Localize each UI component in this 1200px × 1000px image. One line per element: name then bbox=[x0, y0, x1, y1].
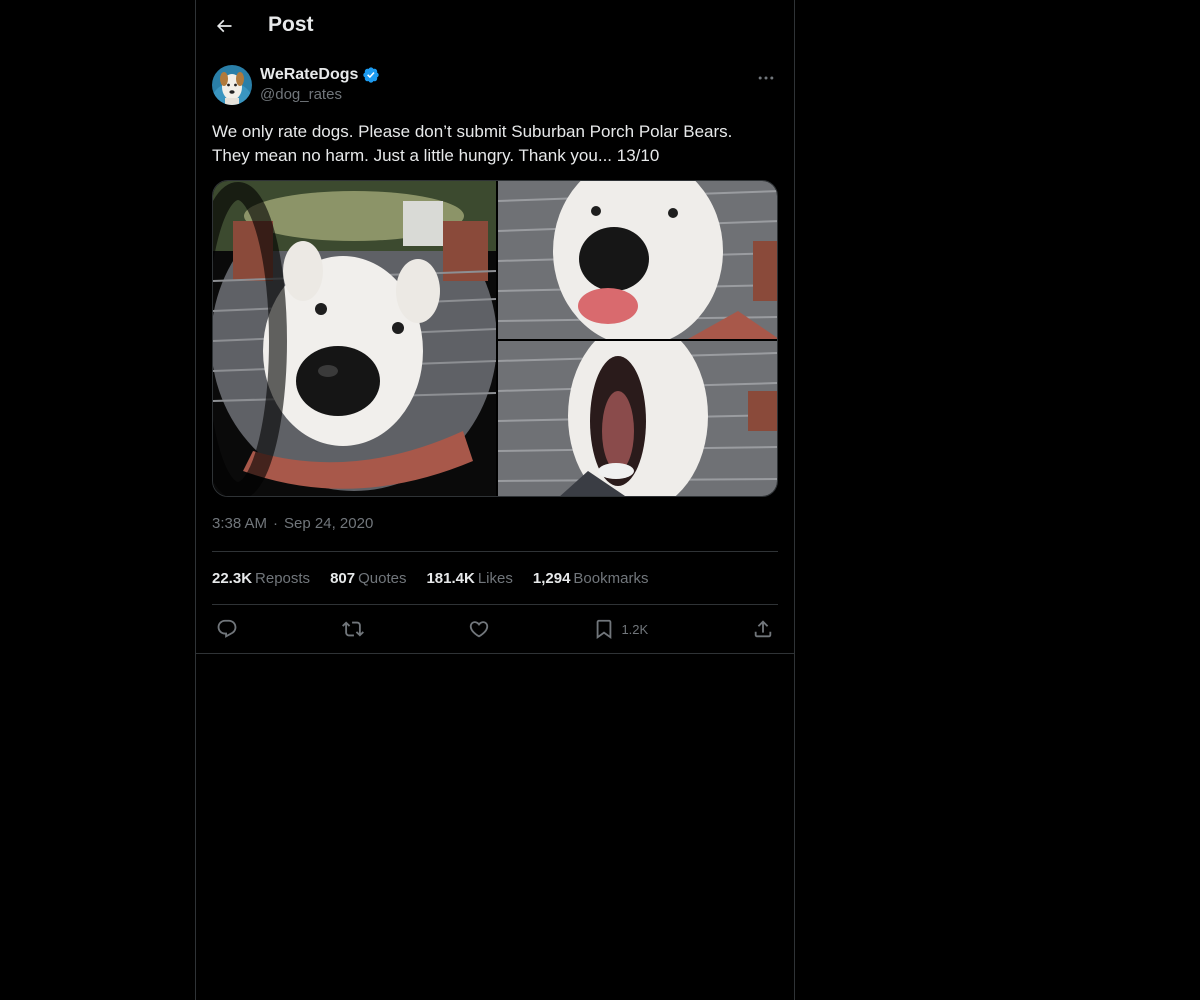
bookmark-count: 1.2K bbox=[621, 621, 649, 637]
stat-label: Reposts bbox=[255, 569, 311, 587]
author-handle[interactable]: @dog_rates bbox=[260, 86, 380, 103]
stat-quotes[interactable]: 807 Quotes bbox=[330, 570, 406, 587]
author-meta: WeRateDogs @dog_rates bbox=[260, 66, 380, 103]
reply-icon bbox=[217, 619, 237, 638]
stat-value: 1,294 bbox=[532, 569, 571, 587]
stat-bookmarks[interactable]: 1,294 Bookmarks bbox=[533, 570, 649, 587]
repost-button[interactable] bbox=[341, 618, 364, 640]
stat-reposts[interactable]: 22.3K Reposts bbox=[212, 570, 310, 587]
dog-photo-icon bbox=[498, 341, 777, 496]
author-name-line: WeRateDogs bbox=[260, 66, 380, 84]
reply-button[interactable] bbox=[216, 618, 238, 640]
stat-label: Likes bbox=[477, 569, 513, 587]
post-text: We only rate dogs. Please don’t submit S… bbox=[212, 122, 733, 165]
repost-icon bbox=[341, 621, 364, 637]
post: WeRateDogs @dog_rates We only rate dogs.… bbox=[196, 62, 794, 654]
bookmark-button[interactable]: 1.2K bbox=[593, 618, 648, 640]
stat-value: 181.4K bbox=[426, 569, 475, 587]
post-bottom-border bbox=[196, 653, 794, 654]
heart-icon bbox=[469, 621, 488, 638]
post-date[interactable]: Sep 24, 2020 bbox=[284, 515, 373, 535]
dog-photo-icon bbox=[498, 181, 777, 339]
avatar[interactable] bbox=[212, 65, 252, 105]
post-column: Post WeRateDogs @dog_rates We only rate … bbox=[195, 0, 795, 1000]
dog-avatar-icon bbox=[212, 65, 252, 105]
verified-badge-icon[interactable] bbox=[362, 66, 380, 84]
more-icon bbox=[758, 76, 774, 80]
photo-1[interactable] bbox=[213, 181, 496, 496]
stat-label: Quotes bbox=[358, 569, 407, 587]
dog-photo-icon bbox=[213, 181, 496, 496]
share-icon bbox=[754, 620, 772, 638]
stat-value: 807 bbox=[330, 569, 356, 587]
more-options-button[interactable] bbox=[754, 66, 778, 90]
bookmark-icon bbox=[597, 619, 612, 640]
page-title: Post bbox=[268, 13, 314, 36]
stat-value: 22.3K bbox=[212, 569, 253, 587]
timestamp: 3:38 AM · Sep 24, 2020 bbox=[212, 515, 778, 535]
actions-row: 1.2K bbox=[212, 605, 778, 653]
like-button[interactable] bbox=[468, 618, 490, 640]
photo-2[interactable] bbox=[498, 181, 777, 339]
post-time[interactable]: 3:38 AM bbox=[212, 515, 267, 535]
share-button[interactable] bbox=[752, 618, 774, 640]
stat-likes[interactable]: 181.4K Likes bbox=[426, 570, 512, 587]
timestamp-separator: · bbox=[273, 515, 279, 532]
top-bar: Post bbox=[196, 0, 794, 54]
arrow-left-icon bbox=[216, 19, 232, 33]
author-row: WeRateDogs @dog_rates bbox=[212, 62, 778, 114]
author-name[interactable]: WeRateDogs bbox=[260, 66, 358, 84]
photo-3[interactable] bbox=[498, 341, 777, 496]
stats-row: 22.3K Reposts 807 Quotes 181.4K Likes 1,294… bbox=[212, 552, 778, 604]
stat-label: Bookmarks bbox=[573, 569, 649, 587]
media-grid bbox=[212, 180, 778, 497]
back-button[interactable] bbox=[209, 11, 239, 41]
